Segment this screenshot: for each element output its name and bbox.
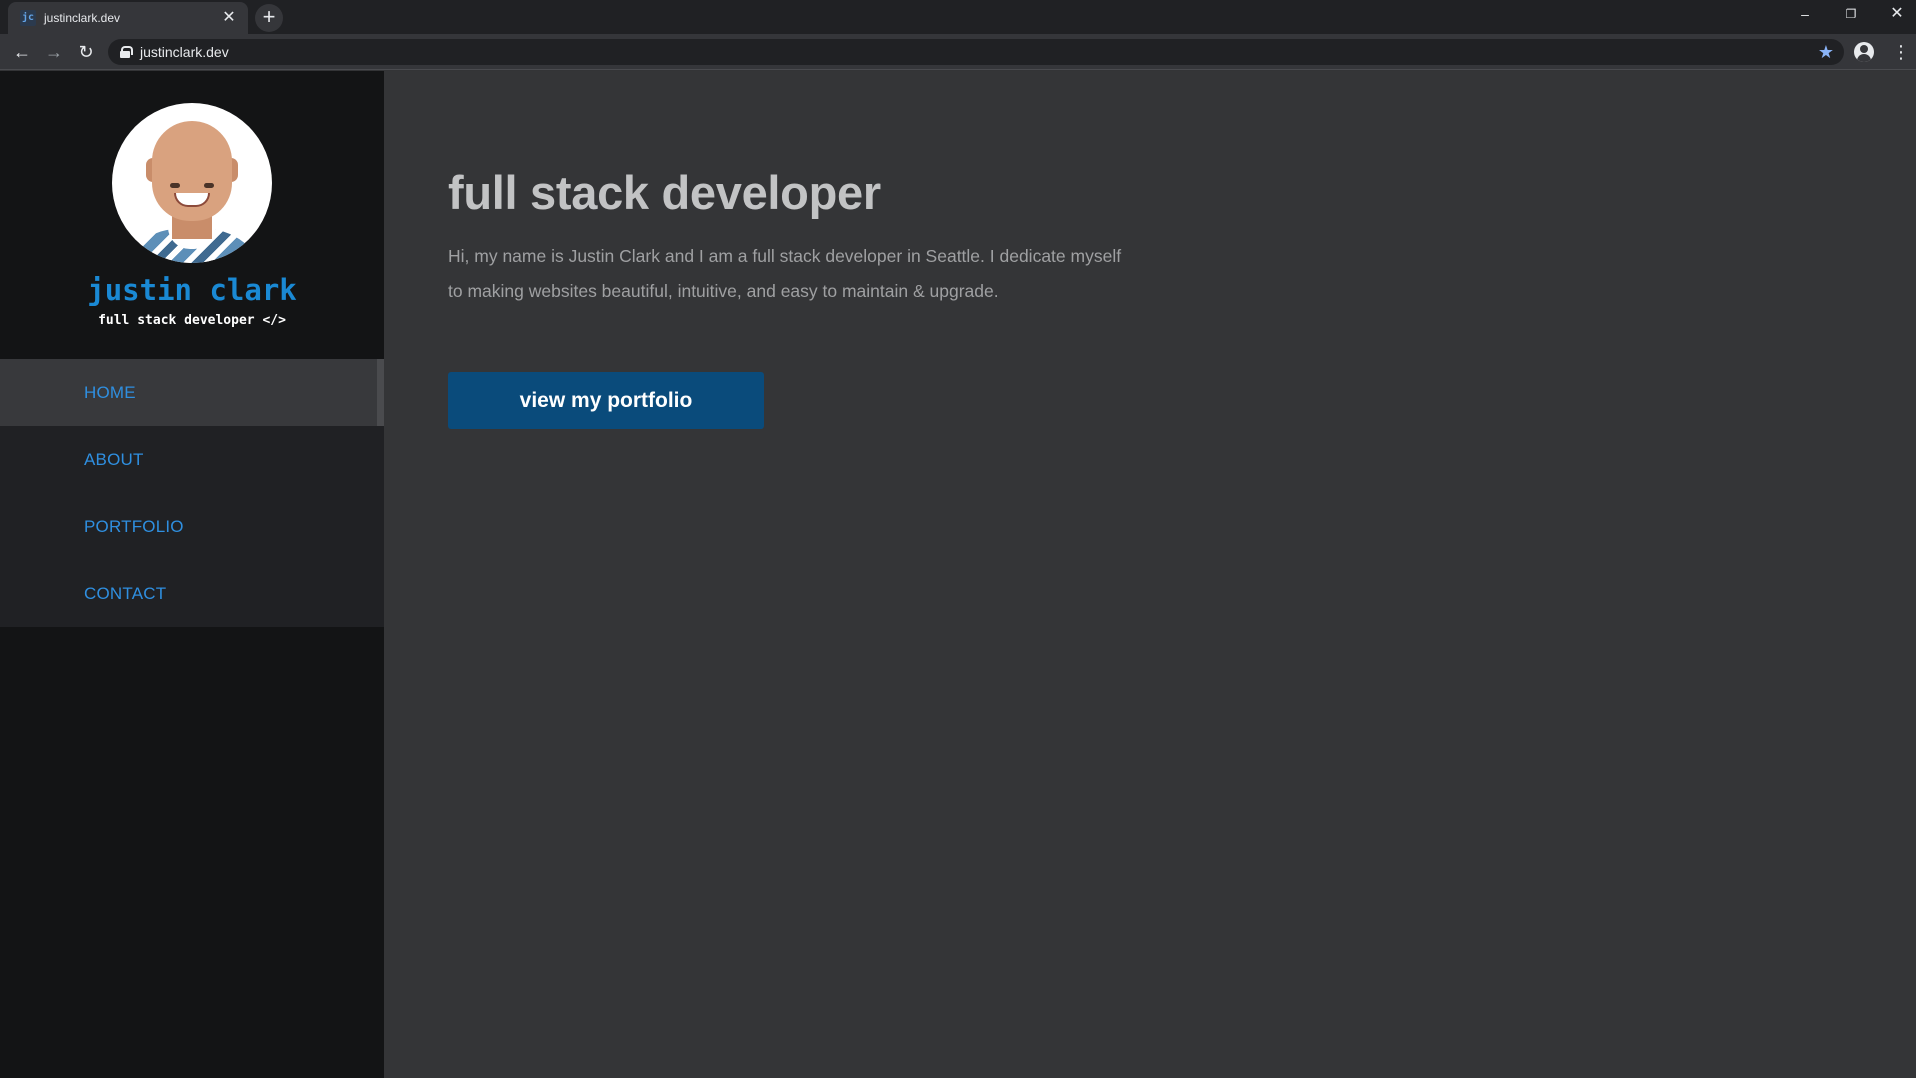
- address-bar[interactable]: justinclark.dev ★: [108, 39, 1844, 65]
- nav-item-about[interactable]: ABOUT: [0, 426, 384, 493]
- site-tagline: full stack developer </>: [98, 313, 286, 328]
- nav-item-contact[interactable]: CONTACT: [0, 560, 384, 627]
- star-icon[interactable]: ★: [1818, 41, 1834, 63]
- sidebar: justin clark full stack developer </> HO…: [0, 71, 384, 1078]
- browser-tab[interactable]: jc justinclark.dev ✕: [8, 2, 248, 34]
- profile-block: justin clark full stack developer </>: [0, 71, 384, 359]
- page-title: full stack developer: [448, 166, 881, 219]
- close-tab-icon[interactable]: ✕: [220, 9, 238, 27]
- main-content: full stack developer Hi, my name is Just…: [384, 71, 1916, 1078]
- forward-icon[interactable]: →: [42, 40, 66, 64]
- nav-item-portfolio[interactable]: PORTFOLIO: [0, 493, 384, 560]
- nav-item-home[interactable]: HOME: [0, 359, 384, 426]
- back-icon[interactable]: ←: [10, 40, 34, 64]
- lock-icon: [120, 46, 133, 58]
- restore-icon[interactable]: ❐: [1828, 0, 1874, 30]
- site-favicon-icon: jc: [20, 10, 36, 26]
- intro-text: Hi, my name is Justin Clark and I am a f…: [448, 239, 1228, 309]
- intro-line: Hi, my name is Justin Clark and I am a f…: [448, 246, 1122, 266]
- intro-line: to making websites beautiful, intuitive,…: [448, 281, 999, 301]
- avatar-eye: [170, 183, 180, 188]
- web-page: justin clark full stack developer </> HO…: [0, 71, 1916, 1078]
- avatar-eye: [204, 183, 214, 188]
- browser-toolbar: ← → ↻ justinclark.dev ★ ⋮: [0, 34, 1916, 70]
- menu-icon[interactable]: ⋮: [1892, 40, 1910, 64]
- close-window-icon[interactable]: ✕: [1874, 0, 1916, 30]
- minimize-icon[interactable]: –: [1782, 0, 1828, 30]
- profile-icon[interactable]: [1854, 42, 1874, 62]
- site-owner-name[interactable]: justin clark: [0, 273, 384, 307]
- new-tab-button[interactable]: +: [255, 4, 283, 32]
- avatar: [112, 103, 272, 263]
- view-portfolio-button[interactable]: view my portfolio: [448, 372, 764, 429]
- url-text[interactable]: justinclark.dev: [140, 44, 229, 60]
- reload-icon[interactable]: ↻: [74, 40, 98, 64]
- browser-tab-strip: jc justinclark.dev ✕ + – ❐ ✕: [0, 0, 1916, 34]
- tab-title: justinclark.dev: [44, 11, 121, 25]
- main-nav: HOME ABOUT PORTFOLIO CONTACT: [0, 359, 384, 627]
